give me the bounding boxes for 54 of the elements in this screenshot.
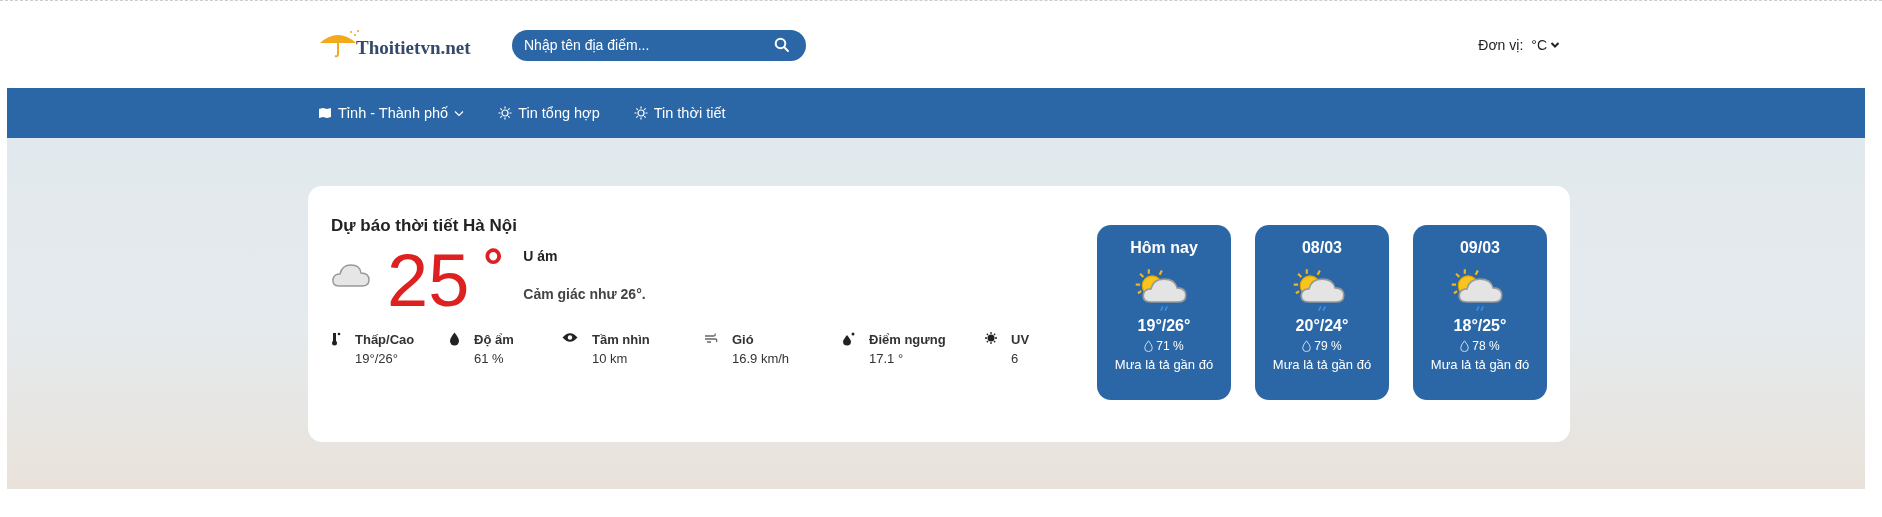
metric-label: Thấp/Cao (355, 332, 416, 347)
metric-label: Độ ẩm (474, 332, 515, 347)
drop-icon (1302, 340, 1312, 352)
nav-link[interactable]: Tin thời tiết (633, 105, 726, 121)
degree-sign: ° (483, 246, 504, 286)
forecast-card[interactable]: 08/03 20°/24° 79 % Mưa lả tả gần đó (1255, 225, 1389, 400)
metric-label: Điểm ngưng (869, 332, 947, 347)
drop-icon (1460, 340, 1470, 352)
thermometer-icon (331, 332, 341, 346)
forecast-temperature: 19°/26° (1137, 317, 1191, 335)
forecast-humidity: 71 % (1156, 339, 1184, 353)
metric-value: 10 km (592, 351, 629, 366)
drop-icon (449, 332, 460, 346)
metric-label: Tầm nhìn (592, 332, 651, 347)
sun-icon[interactable] (498, 106, 513, 120)
sun-icon[interactable] (633, 106, 648, 120)
forecast-description: Mưa lả tả gần đó (1114, 357, 1214, 372)
temperature: 25 (387, 246, 470, 316)
unit-label: Đơn vị: (1478, 37, 1524, 53)
forecast-card[interactable]: 09/03 18°/25° 78 % Mưa lả tả gần đó (1413, 225, 1547, 400)
metric-value: 61 % (474, 351, 505, 366)
search-field[interactable]: Nhập tên địa điểm... (512, 29, 806, 61)
drop-icon (1144, 340, 1154, 352)
forecast-description: Mưa lả tả gần đó (1272, 357, 1372, 372)
forecast-day: Hôm nay (1130, 239, 1198, 257)
dewpoint-icon (842, 332, 855, 346)
unit-dropdown[interactable]: °C (1531, 37, 1560, 53)
condition: U ám (523, 248, 559, 264)
forecast-day: 08/03 (1301, 239, 1342, 257)
feels-like: Cảm giác như 26°. (523, 286, 646, 302)
forecast-humidity: 79 % (1314, 339, 1342, 353)
forecast-temperature: 18°/25° (1453, 317, 1507, 335)
caret-icon[interactable] (1550, 41, 1560, 49)
sun-icon (985, 332, 997, 344)
cloud-icon (331, 262, 371, 288)
metric-label: UV (1011, 332, 1030, 347)
forecast-description: Mưa lả tả gần đó (1430, 357, 1530, 372)
forecast-day: 09/03 (1459, 239, 1500, 257)
metric-value: 6 (1011, 351, 1020, 366)
weather-title: Dự báo thời tiết Hà Nội (331, 216, 518, 236)
metric-value: 16.9 km/h (732, 351, 791, 366)
forecast-card[interactable]: Hôm nay 19°/26° 71 % Mưa lả tả gần đó (1097, 225, 1231, 400)
logo-text[interactable]: Thoitietvn.net (356, 37, 471, 59)
eye-icon (562, 332, 578, 343)
metric-label: Gió (732, 332, 755, 347)
metric-value: 19°/26° (355, 351, 399, 366)
nav-link[interactable]: Tỉnh - Thành phố (318, 105, 465, 121)
metric-value: 17.1 ° (869, 351, 905, 366)
forecast-humidity: 78 % (1472, 339, 1500, 353)
map-icon[interactable] (318, 107, 332, 119)
nav-link[interactable]: Tin tổng hợp (498, 105, 600, 121)
forecast-temperature: 20°/24° (1295, 317, 1349, 335)
wind-icon (704, 332, 718, 344)
search-icon[interactable] (774, 36, 790, 53)
